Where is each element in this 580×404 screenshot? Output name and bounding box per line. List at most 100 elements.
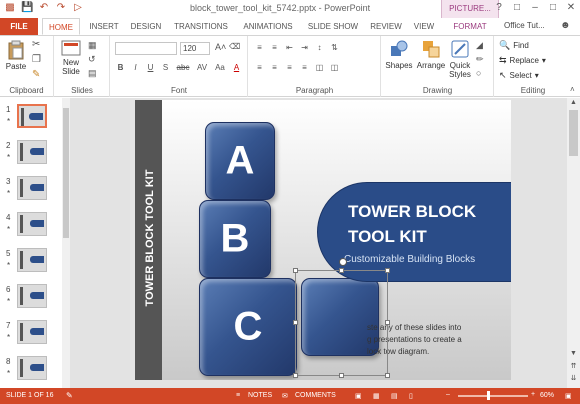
line-spacing-icon[interactable]: ↕: [314, 43, 325, 52]
format-painter-icon[interactable]: ✎: [32, 69, 40, 80]
thumbnail-scrollbar-thumb[interactable]: [63, 108, 69, 238]
bullets-icon[interactable]: ≡: [254, 43, 265, 52]
resize-handle[interactable]: [293, 373, 298, 378]
minimize-icon[interactable]: –: [528, 2, 542, 14]
zoom-in-icon[interactable]: +: [531, 391, 535, 398]
align-left-icon[interactable]: ≡: [254, 63, 265, 72]
user-avatar-icon[interactable]: ☻: [560, 20, 571, 31]
shape-effects-icon[interactable]: ○: [476, 68, 481, 78]
shapes-button[interactable]: Shapes: [384, 39, 414, 70]
spell-check-icon[interactable]: ✎: [66, 391, 73, 400]
slide-thumbnail[interactable]: 2 *: [2, 138, 66, 172]
tab-view[interactable]: VIEW: [408, 18, 440, 35]
slide-thumbnail[interactable]: 4 *: [2, 210, 66, 244]
copy-icon[interactable]: ❐: [32, 54, 41, 65]
previous-slide-icon[interactable]: ⇈: [567, 362, 580, 370]
arrange-button[interactable]: Arrange: [415, 39, 447, 70]
cut-icon[interactable]: ✂: [32, 39, 40, 50]
cube-b[interactable]: B: [199, 200, 271, 278]
italic-button[interactable]: I: [130, 63, 141, 72]
scroll-down-icon[interactable]: ▼: [567, 350, 580, 357]
resize-handle[interactable]: [339, 373, 344, 378]
slide-thumbnail[interactable]: 1 *: [2, 102, 66, 136]
resize-handle[interactable]: [293, 320, 298, 325]
title-banner[interactable]: TOWER BLOCK TOOL KIT Customizable Buildin…: [317, 182, 511, 282]
slide-sorter-icon[interactable]: ▦: [373, 392, 380, 400]
notes-icon[interactable]: ≡: [236, 392, 240, 399]
collapse-ribbon-icon[interactable]: ˄: [570, 85, 575, 94]
align-right-icon[interactable]: ≡: [284, 63, 295, 72]
strikethrough-button[interactable]: abc: [175, 63, 191, 72]
resize-handle[interactable]: [385, 320, 390, 325]
vertical-title[interactable]: TOWER BLOCK TOOL KIT: [144, 103, 156, 373]
tab-home[interactable]: HOME: [42, 18, 80, 35]
paste-button[interactable]: Paste: [4, 40, 28, 71]
numbering-icon[interactable]: ≡: [269, 43, 280, 52]
canvas-scrollbar[interactable]: ▲ ▼ ⇈ ⇊: [567, 98, 580, 388]
select-button[interactable]: ↖ Select ▾: [499, 70, 539, 81]
start-slideshow-icon[interactable]: ▷: [72, 2, 84, 14]
tab-insert[interactable]: INSERT: [84, 18, 124, 35]
save-icon[interactable]: 💾: [21, 2, 33, 14]
maximize-icon[interactable]: □: [546, 2, 560, 14]
replace-button[interactable]: ⇆ Replace ▾: [499, 55, 546, 66]
cube-c[interactable]: C: [199, 278, 297, 376]
smartart-icon[interactable]: ◫: [329, 63, 340, 72]
bold-button[interactable]: B: [115, 63, 126, 72]
slide-thumbnail[interactable]: 5 *: [2, 246, 66, 280]
scroll-up-icon[interactable]: ▲: [567, 99, 580, 106]
grow-font-icon[interactable]: A˄: [215, 42, 226, 52]
fit-to-window-icon[interactable]: ▣: [565, 392, 572, 400]
columns-icon[interactable]: ◫: [314, 63, 325, 72]
align-center-icon[interactable]: ≡: [269, 63, 280, 72]
tab-format[interactable]: FORMAT: [444, 18, 496, 35]
resize-handle[interactable]: [339, 268, 344, 273]
canvas-scrollbar-thumb[interactable]: [569, 110, 578, 156]
slide-thumbnail[interactable]: 7 *: [2, 318, 66, 352]
increase-indent-icon[interactable]: ⇥: [299, 43, 310, 52]
change-case-button[interactable]: Aa: [213, 63, 227, 72]
normal-view-icon[interactable]: ▣: [355, 392, 362, 400]
tab-slide-show[interactable]: SLIDE SHOW: [304, 18, 362, 35]
slide-thumbnail[interactable]: 3 *: [2, 174, 66, 208]
ribbon-display-icon[interactable]: □: [510, 2, 524, 14]
tab-design[interactable]: DESIGN: [126, 18, 166, 35]
next-slide-icon[interactable]: ⇊: [567, 374, 580, 382]
reset-icon[interactable]: ↺: [88, 54, 96, 65]
find-button[interactable]: 🔍 Find: [499, 40, 529, 51]
resize-handle[interactable]: [385, 268, 390, 273]
banner-subtitle[interactable]: Customizable Building Blocks: [344, 254, 475, 265]
font-color-button[interactable]: A: [231, 63, 242, 72]
shape-fill-icon[interactable]: ◢: [476, 40, 483, 51]
zoom-slider[interactable]: [458, 395, 528, 397]
slide[interactable]: TOWER BLOCK TOOL KIT A B C TOWER BLOCK TO…: [135, 100, 511, 380]
char-spacing-button[interactable]: AV: [195, 63, 209, 72]
picture-tools-context-tab[interactable]: PICTURE...: [441, 0, 499, 18]
comments-icon[interactable]: ✉: [282, 392, 288, 400]
resize-handle[interactable]: [385, 373, 390, 378]
shape-outline-icon[interactable]: ✏: [476, 54, 484, 65]
font-name-field[interactable]: [115, 42, 177, 55]
comments-button[interactable]: COMMENTS: [295, 392, 336, 399]
underline-button[interactable]: U: [145, 63, 156, 72]
shadow-button[interactable]: S: [160, 63, 171, 72]
banner-title[interactable]: TOWER BLOCK TOOL KIT: [348, 199, 476, 249]
thumbnail-scrollbar[interactable]: [62, 98, 70, 388]
close-icon[interactable]: ✕: [564, 2, 578, 14]
slide-thumbnail[interactable]: 8 *: [2, 354, 66, 388]
justify-icon[interactable]: ≡: [299, 63, 310, 72]
reading-view-icon[interactable]: ▤: [391, 392, 398, 400]
tab-review[interactable]: REVIEW: [366, 18, 406, 35]
section-icon[interactable]: ▤: [88, 68, 97, 79]
redo-icon[interactable]: ↷: [55, 2, 67, 14]
zoom-level[interactable]: 60%: [540, 392, 554, 399]
cube-a[interactable]: A: [205, 122, 275, 200]
notes-button[interactable]: NOTES: [248, 392, 272, 399]
slide-thumbnail[interactable]: 6 *: [2, 282, 66, 316]
resize-handle[interactable]: [293, 268, 298, 273]
font-size-field[interactable]: 120: [180, 42, 210, 55]
decrease-indent-icon[interactable]: ⇤: [284, 43, 295, 52]
tab-file[interactable]: FILE: [0, 18, 38, 35]
clear-formatting-icon[interactable]: ⌫: [229, 42, 240, 51]
undo-icon[interactable]: ↶: [38, 2, 50, 14]
